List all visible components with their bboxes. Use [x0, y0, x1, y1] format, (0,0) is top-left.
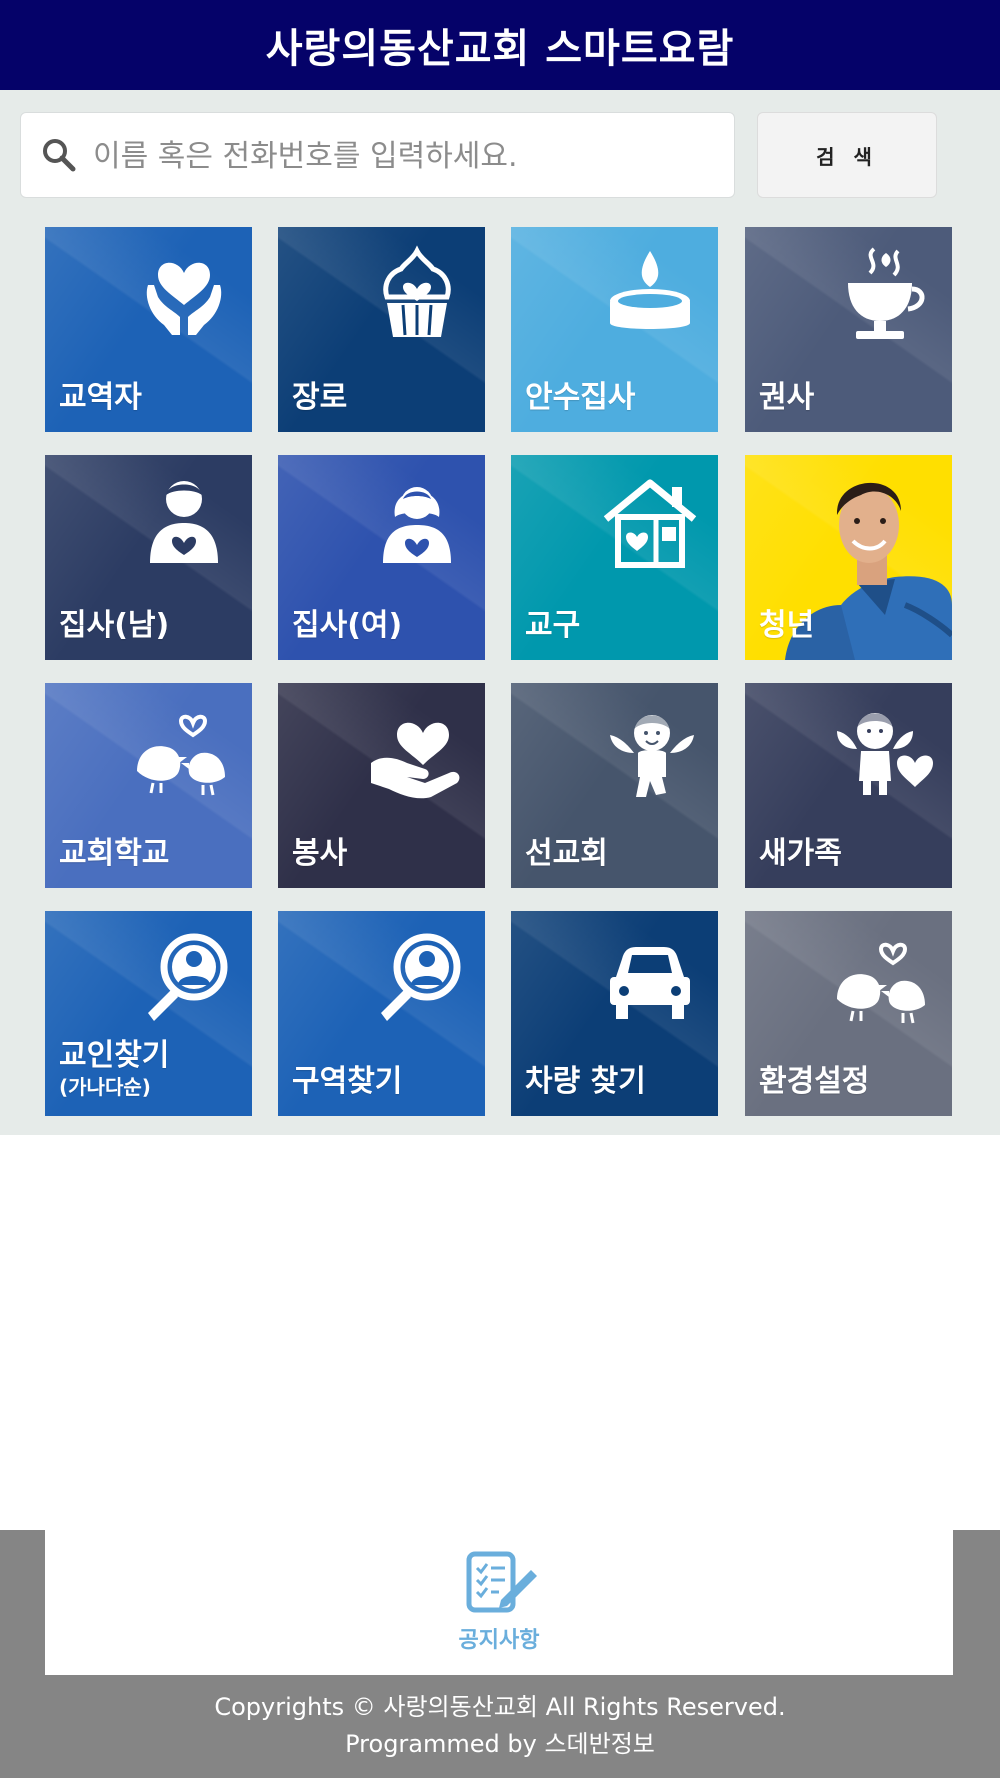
angel-heart-icon — [837, 713, 933, 795]
tile-label: 교역자 — [59, 380, 142, 415]
tile-label: 장로 — [292, 380, 348, 415]
house-heart-icon — [603, 479, 697, 568]
tile-label: 차량 찾기 — [525, 1064, 646, 1099]
coffee-cup-icon — [848, 247, 925, 339]
tile-label: 안수집사 — [525, 380, 636, 415]
candle-icon — [610, 251, 690, 329]
tile-deacons-male[interactable]: 집사(남) — [45, 455, 252, 660]
love-birds-icon — [837, 942, 925, 1024]
tile-mission[interactable]: 선교회 — [511, 683, 718, 888]
man-heart-icon — [150, 481, 218, 563]
page-title: 사랑의동산교회 스마트요람 — [265, 26, 735, 72]
hand-heart-icon — [371, 722, 460, 799]
tile-district[interactable]: 교구 — [511, 455, 718, 660]
tile-label: 교구 — [525, 608, 581, 643]
tile-elders[interactable]: 장로 — [278, 227, 485, 432]
car-icon — [610, 947, 690, 1019]
tile-volunteer[interactable]: 봉사 — [278, 683, 485, 888]
tile-label: 권사 — [759, 380, 815, 415]
search-icon — [43, 139, 76, 172]
tile-settings[interactable]: 환경설정 — [745, 911, 952, 1116]
tile-ordained-deacons[interactable]: 안수집사 — [511, 227, 718, 432]
tile-label: 집사(남) — [59, 608, 170, 643]
tile-new-family[interactable]: 새가족 — [745, 683, 952, 888]
tile-label: 교회학교 — [59, 836, 170, 871]
notice-button[interactable]: 공지사항 — [45, 1530, 953, 1675]
cupid-icon — [610, 715, 694, 797]
tile-church-school[interactable]: 교회학교 — [45, 683, 252, 888]
woman-heart-icon — [383, 487, 451, 563]
cupcake-heart-icon — [383, 245, 451, 337]
tile-label: 선교회 — [525, 836, 608, 871]
app-header: 사랑의동산교회 스마트요람 — [0, 0, 1000, 90]
notice-pencil-icon — [466, 1551, 537, 1613]
tile-find-vehicle[interactable]: 차량 찾기 — [511, 911, 718, 1116]
tile-label: 교인찾기 (가나다순) — [59, 1039, 169, 1098]
tile-pastors[interactable]: 교역자 — [45, 227, 252, 432]
search-box — [20, 112, 735, 199]
notice-label: 공지사항 — [458, 1628, 540, 1653]
tile-label: 청년 — [759, 608, 815, 643]
tile-label: 구역찾기 — [292, 1064, 403, 1099]
tile-label: 새가족 — [759, 836, 842, 871]
tile-senior-deaconess[interactable]: 권사 — [745, 227, 952, 432]
love-birds-icon — [137, 714, 225, 796]
magnifier-person-icon — [381, 933, 461, 1021]
programmer-credit: Programmed by 스데반정보 — [345, 1730, 655, 1758]
tile-label: 집사(여) — [292, 608, 403, 643]
tile-label: 봉사 — [292, 836, 348, 871]
tile-find-district[interactable]: 구역찾기 — [278, 911, 485, 1116]
tile-sublabel: (가나다순) — [59, 1075, 151, 1099]
tile-deacons-female[interactable]: 집사(여) — [278, 455, 485, 660]
tile-find-members[interactable]: 교인찾기 (가나다순) — [45, 911, 252, 1116]
copyright-text: Copyrights © 사랑의동산교회 All Rights Reserved… — [214, 1693, 786, 1721]
tile-label: 환경설정 — [759, 1064, 870, 1099]
tile-label-text: 교인찾기 — [59, 1038, 170, 1073]
search-button[interactable]: 검 색 — [757, 112, 937, 198]
hands-heart-icon — [146, 262, 222, 335]
tile-youth[interactable]: 청년 — [745, 455, 952, 660]
search-input[interactable] — [91, 113, 725, 199]
footer: Copyrights © 사랑의동산교회 All Rights Reserved… — [0, 1675, 1000, 1778]
magnifier-person-icon — [148, 933, 228, 1021]
